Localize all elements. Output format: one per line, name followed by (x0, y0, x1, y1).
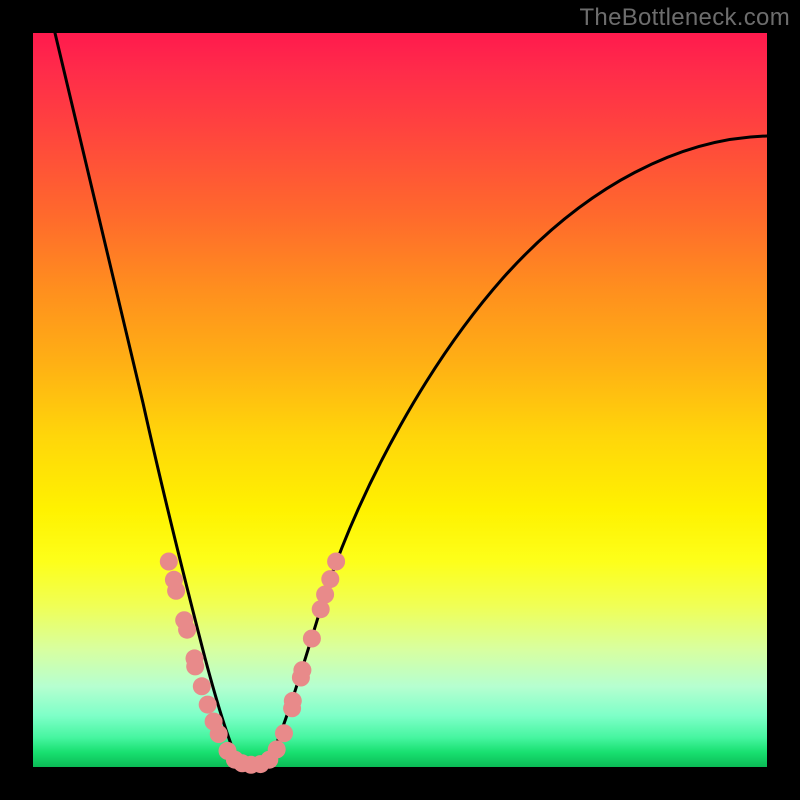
bottleneck-curve-left-path (55, 33, 239, 763)
watermark-text: TheBottleneck.com (579, 4, 790, 32)
chart-svg (33, 33, 767, 767)
bottleneck-curve-right-path (268, 136, 767, 763)
plot-area (33, 33, 767, 767)
outer-frame: TheBottleneck.com (0, 0, 800, 800)
scatter-dot (160, 553, 178, 571)
scatter-dot (321, 570, 339, 588)
scatter-dot (178, 621, 196, 639)
scatter-dot (268, 740, 286, 758)
scatter-dot (199, 696, 217, 714)
scatter-dot (284, 692, 302, 710)
scatter-dot (293, 661, 311, 679)
scatter-dot (303, 630, 321, 648)
scatter-dot (327, 553, 345, 571)
scatter-dot (186, 657, 204, 675)
scatter-dot (193, 677, 211, 695)
curve-group (55, 33, 767, 765)
scatter-dot (167, 582, 185, 600)
scatter-dot (316, 586, 334, 604)
scatter-dot (210, 725, 228, 743)
scatter-dot (275, 724, 293, 742)
